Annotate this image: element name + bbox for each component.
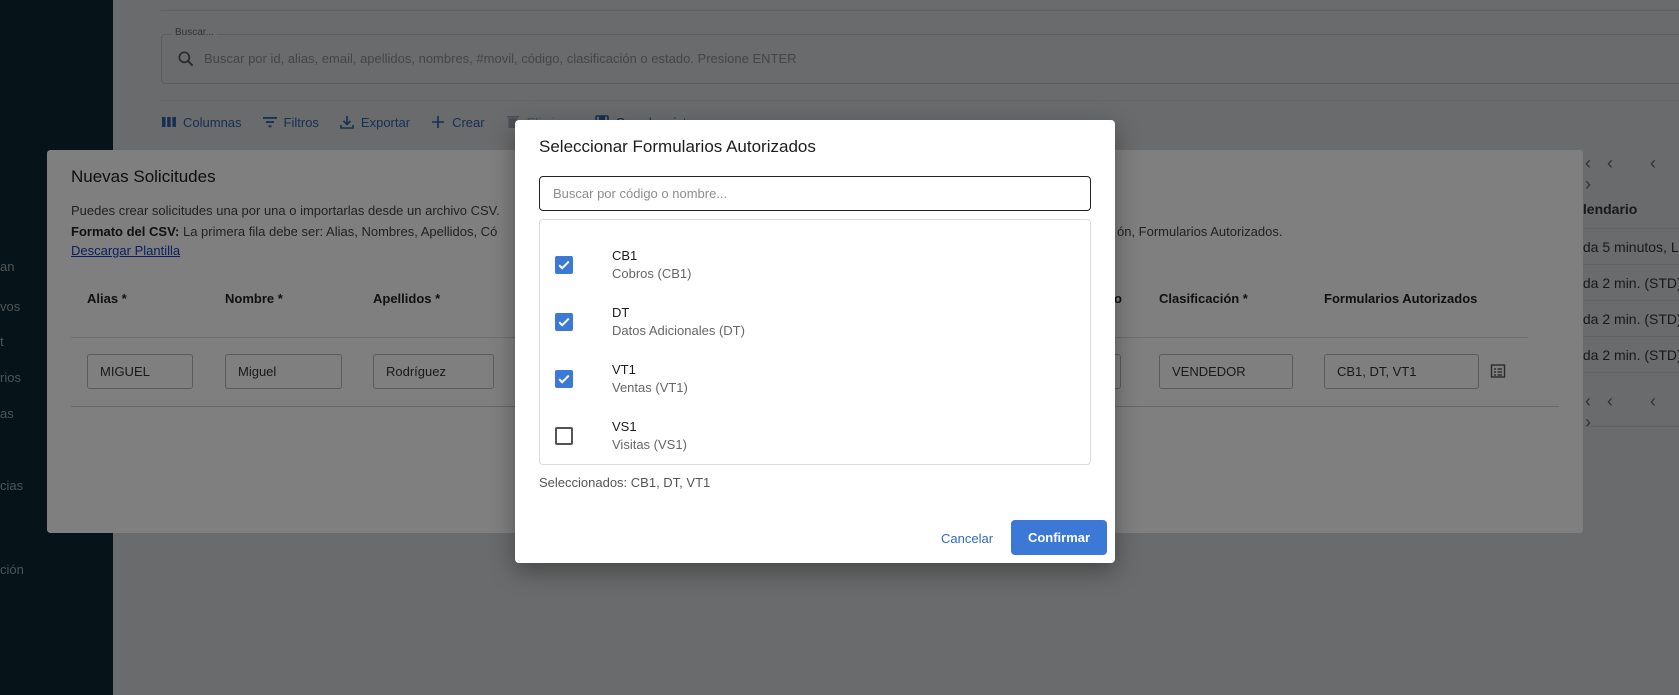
- item-code: CB1: [612, 248, 638, 263]
- item-name: Datos Adicionales (DT): [612, 323, 745, 338]
- check-icon: [558, 260, 570, 270]
- item-name: Visitas (VS1): [612, 437, 687, 452]
- forms-search-field[interactable]: [539, 176, 1091, 211]
- checkbox-checked[interactable]: [555, 313, 573, 331]
- checkbox-checked[interactable]: [555, 256, 573, 274]
- forms-search-input[interactable]: [540, 177, 1090, 210]
- forms-list: CB1 Cobros (CB1) DT Datos Adicionales (D…: [539, 219, 1091, 465]
- cancel-button[interactable]: Cancelar: [933, 522, 1001, 556]
- list-item[interactable]: VT1 Ventas (VT1): [540, 349, 1090, 405]
- confirm-button[interactable]: Confirmar: [1011, 520, 1107, 555]
- list-item[interactable]: VS1 Visitas (VS1): [540, 406, 1090, 462]
- list-item[interactable]: DT Datos Adicionales (DT): [540, 292, 1090, 348]
- item-name: Ventas (VT1): [612, 380, 688, 395]
- select-forms-dialog: Seleccionar Formularios Autorizados CB1 …: [515, 120, 1115, 563]
- item-code: VT1: [612, 362, 636, 377]
- item-code: VS1: [612, 419, 637, 434]
- dialog-title: Seleccionar Formularios Autorizados: [539, 137, 816, 156]
- item-code: DT: [612, 305, 630, 320]
- selected-summary: Seleccionados: CB1, DT, VT1: [539, 475, 711, 490]
- item-name: Cobros (CB1): [612, 266, 692, 281]
- check-icon: [558, 317, 570, 327]
- checkbox-checked[interactable]: [555, 370, 573, 388]
- list-item[interactable]: CB1 Cobros (CB1): [540, 235, 1090, 291]
- check-icon: [558, 374, 570, 384]
- checkbox-unchecked[interactable]: [555, 427, 573, 445]
